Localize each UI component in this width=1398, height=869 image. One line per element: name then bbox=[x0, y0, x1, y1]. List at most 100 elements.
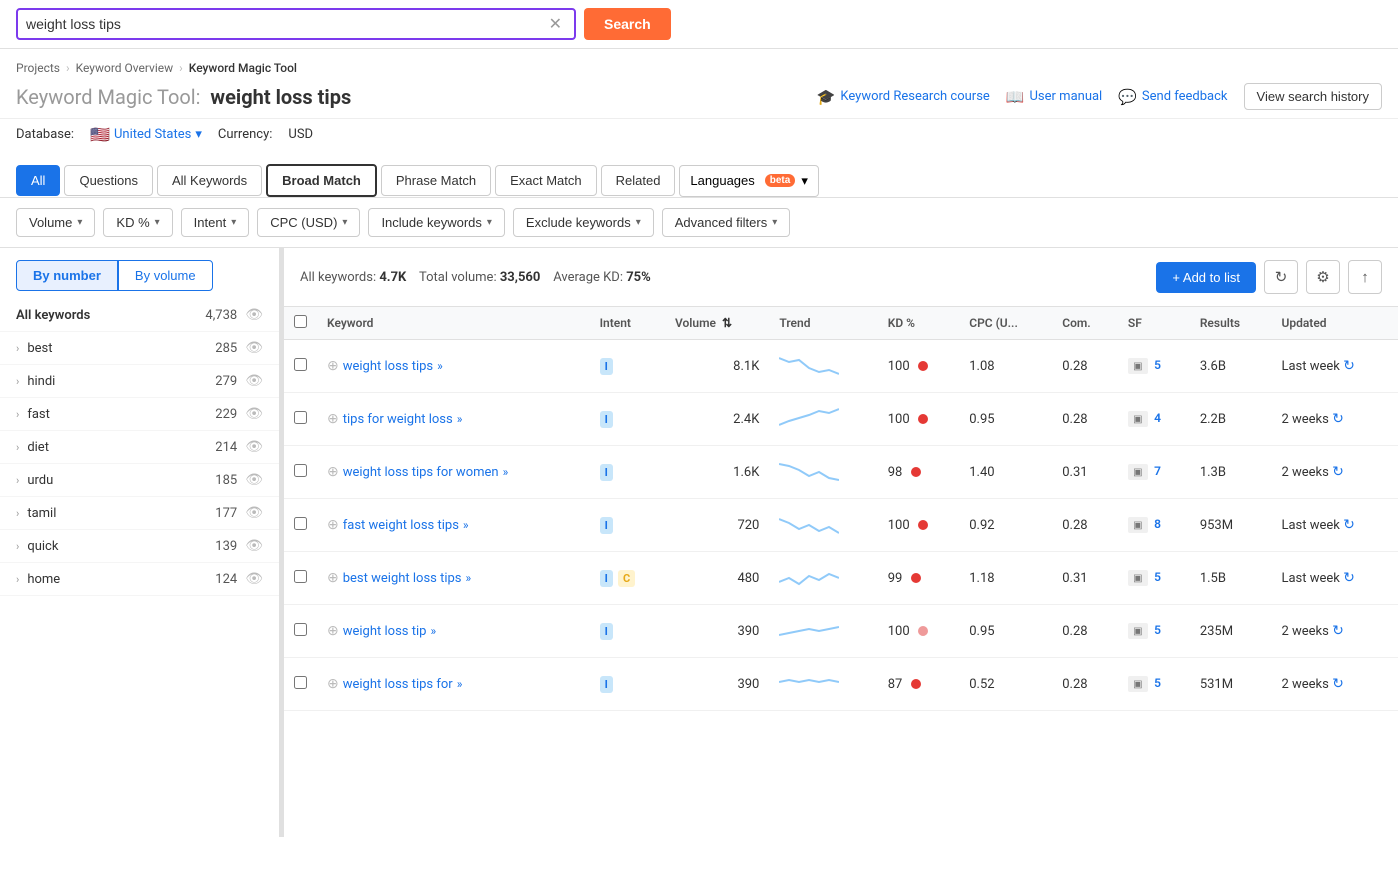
breadcrumb-projects[interactable]: Projects bbox=[16, 61, 60, 75]
row4-checkbox[interactable] bbox=[294, 517, 307, 530]
search-input[interactable] bbox=[26, 16, 545, 32]
page-title: Keyword Magic Tool: weight loss tips bbox=[16, 85, 351, 109]
row7-intent-badge: I bbox=[600, 676, 613, 693]
row7-checkbox[interactable] bbox=[294, 676, 307, 689]
row6-sf-icon: ▣ bbox=[1128, 623, 1148, 639]
settings-button[interactable]: ⚙ bbox=[1306, 260, 1340, 294]
export-icon: ↑ bbox=[1361, 269, 1369, 286]
row2-refresh-icon[interactable]: ↻ bbox=[1332, 411, 1344, 427]
header-cpc: CPC (U... bbox=[959, 307, 1052, 340]
row4-intent-cell: I bbox=[590, 499, 665, 552]
send-feedback-link[interactable]: 💬 Send feedback bbox=[1118, 88, 1227, 106]
sidebar-item-all-keywords[interactable]: All keywords 4,738 👁 bbox=[0, 299, 279, 332]
beta-badge: beta bbox=[765, 174, 796, 187]
row6-refresh-icon[interactable]: ↻ bbox=[1332, 623, 1344, 639]
row4-refresh-icon[interactable]: ↻ bbox=[1343, 517, 1355, 533]
row6-add-icon: ⊕ bbox=[327, 623, 339, 639]
database-country-link[interactable]: 🇺🇸 United States ▾ bbox=[90, 125, 202, 144]
table-header: Keyword Intent Volume ⇅ Trend KD % CPC (… bbox=[284, 307, 1398, 340]
row2-checkbox[interactable] bbox=[294, 411, 307, 424]
volume-sort-icon: ⇅ bbox=[722, 316, 732, 330]
eye-icon-urdu[interactable]: 👁 bbox=[245, 472, 263, 488]
chevron-right-icon-best: › bbox=[16, 342, 19, 355]
export-button[interactable]: ↑ bbox=[1348, 260, 1382, 294]
row1-keyword-link[interactable]: ⊕ weight loss tips » bbox=[327, 358, 580, 374]
row3-refresh-icon[interactable]: ↻ bbox=[1332, 464, 1344, 480]
add-to-list-button[interactable]: + Add to list bbox=[1156, 262, 1256, 293]
row6-keyword-link[interactable]: ⊕ weight loss tip » bbox=[327, 623, 580, 639]
row6-trend-chart bbox=[779, 615, 839, 643]
user-manual-link[interactable]: 📖 User manual bbox=[1006, 88, 1102, 106]
tab-all-keywords[interactable]: All Keywords bbox=[157, 165, 262, 196]
tab-all[interactable]: All bbox=[16, 165, 60, 196]
eye-icon-all[interactable]: 👁 bbox=[245, 307, 263, 323]
row3-keyword-link[interactable]: ⊕ weight loss tips for women » bbox=[327, 464, 527, 480]
eye-icon-home[interactable]: 👁 bbox=[245, 571, 263, 587]
filter-volume[interactable]: Volume ▾ bbox=[16, 208, 95, 237]
row3-sf-cell: ▣ 7 bbox=[1118, 446, 1190, 499]
tab-related[interactable]: Related bbox=[601, 165, 676, 196]
row4-keyword-link[interactable]: ⊕ fast weight loss tips » bbox=[327, 517, 527, 533]
row7-add-icon: ⊕ bbox=[327, 676, 339, 692]
row7-refresh-icon[interactable]: ↻ bbox=[1332, 676, 1344, 692]
eye-icon-quick[interactable]: 👁 bbox=[245, 538, 263, 554]
search-button[interactable]: Search bbox=[584, 8, 671, 40]
sidebar-item-quick[interactable]: › quick 139 👁 bbox=[0, 530, 279, 563]
row2-keyword-text: tips for weight loss bbox=[343, 412, 453, 427]
filter-cpc[interactable]: CPC (USD) ▾ bbox=[257, 208, 360, 237]
row4-add-icon: ⊕ bbox=[327, 517, 339, 533]
breadcrumb-keyword-overview[interactable]: Keyword Overview bbox=[76, 61, 174, 75]
eye-icon-tamil[interactable]: 👁 bbox=[245, 505, 263, 521]
row5-keyword-link[interactable]: ⊕ best weight loss tips » bbox=[327, 570, 527, 586]
eye-icon-fast[interactable]: 👁 bbox=[245, 406, 263, 422]
sidebar-item-home[interactable]: › home 124 👁 bbox=[0, 563, 279, 596]
row2-keyword-link[interactable]: ⊕ tips for weight loss » bbox=[327, 411, 580, 427]
row5-checkbox[interactable] bbox=[294, 570, 307, 583]
row1-sf-cell: ▣ 5 bbox=[1118, 340, 1190, 393]
select-all-checkbox[interactable] bbox=[294, 315, 307, 328]
eye-icon-best[interactable]: 👁 bbox=[245, 340, 263, 356]
sort-by-volume-button[interactable]: By volume bbox=[118, 260, 213, 291]
row1-checkbox[interactable] bbox=[294, 358, 307, 371]
filter-include-keywords[interactable]: Include keywords ▾ bbox=[368, 208, 504, 237]
search-wrapper: ✕ bbox=[16, 8, 576, 40]
row4-com-cell: 0.28 bbox=[1052, 499, 1118, 552]
row3-trend-cell bbox=[769, 446, 877, 499]
filter-advanced[interactable]: Advanced filters ▾ bbox=[662, 208, 791, 237]
tab-exact-match[interactable]: Exact Match bbox=[495, 165, 597, 196]
sidebar-label-diet: diet bbox=[27, 440, 215, 455]
sidebar-item-tamil[interactable]: › tamil 177 👁 bbox=[0, 497, 279, 530]
eye-icon-diet[interactable]: 👁 bbox=[245, 439, 263, 455]
advanced-chevron-icon: ▾ bbox=[772, 217, 777, 228]
tab-phrase-match[interactable]: Phrase Match bbox=[381, 165, 491, 196]
tab-questions[interactable]: Questions bbox=[64, 165, 153, 196]
sidebar-item-best[interactable]: › best 285 👁 bbox=[0, 332, 279, 365]
view-history-button[interactable]: View search history bbox=[1244, 83, 1382, 110]
sidebar-item-diet[interactable]: › diet 214 👁 bbox=[0, 431, 279, 464]
keyword-research-course-link[interactable]: 🎓 Keyword Research course bbox=[817, 88, 990, 106]
filter-kd[interactable]: KD % ▾ bbox=[103, 208, 172, 237]
filter-exclude-keywords[interactable]: Exclude keywords ▾ bbox=[513, 208, 654, 237]
row5-refresh-icon[interactable]: ↻ bbox=[1343, 570, 1355, 586]
sidebar-item-hindi[interactable]: › hindi 279 👁 bbox=[0, 365, 279, 398]
clear-button[interactable]: ✕ bbox=[545, 14, 566, 34]
row6-checkbox[interactable] bbox=[294, 623, 307, 636]
header-volume[interactable]: Volume ⇅ bbox=[665, 307, 769, 340]
row5-kd-cell: 99 bbox=[878, 552, 959, 605]
row2-keyword-cell: ⊕ tips for weight loss » bbox=[317, 393, 590, 446]
sort-by-number-button[interactable]: By number bbox=[16, 260, 118, 291]
tab-broad-match[interactable]: Broad Match bbox=[266, 164, 377, 197]
filter-intent[interactable]: Intent ▾ bbox=[181, 208, 250, 237]
sidebar-item-fast[interactable]: › fast 229 👁 bbox=[0, 398, 279, 431]
sidebar-item-urdu[interactable]: › urdu 185 👁 bbox=[0, 464, 279, 497]
tab-languages[interactable]: Languages beta ▾ bbox=[679, 165, 818, 197]
refresh-button[interactable]: ↻ bbox=[1264, 260, 1298, 294]
row7-sf-icon: ▣ bbox=[1128, 676, 1148, 692]
eye-icon-hindi[interactable]: 👁 bbox=[245, 373, 263, 389]
row2-trend-cell bbox=[769, 393, 877, 446]
row3-checkbox[interactable] bbox=[294, 464, 307, 477]
table-area: All keywords: 4.7K Total volume: 33,560 … bbox=[284, 248, 1398, 837]
send-feedback-label: Send feedback bbox=[1142, 89, 1228, 104]
row1-refresh-icon[interactable]: ↻ bbox=[1343, 358, 1355, 374]
row7-keyword-link[interactable]: ⊕ weight loss tips for » bbox=[327, 676, 580, 692]
